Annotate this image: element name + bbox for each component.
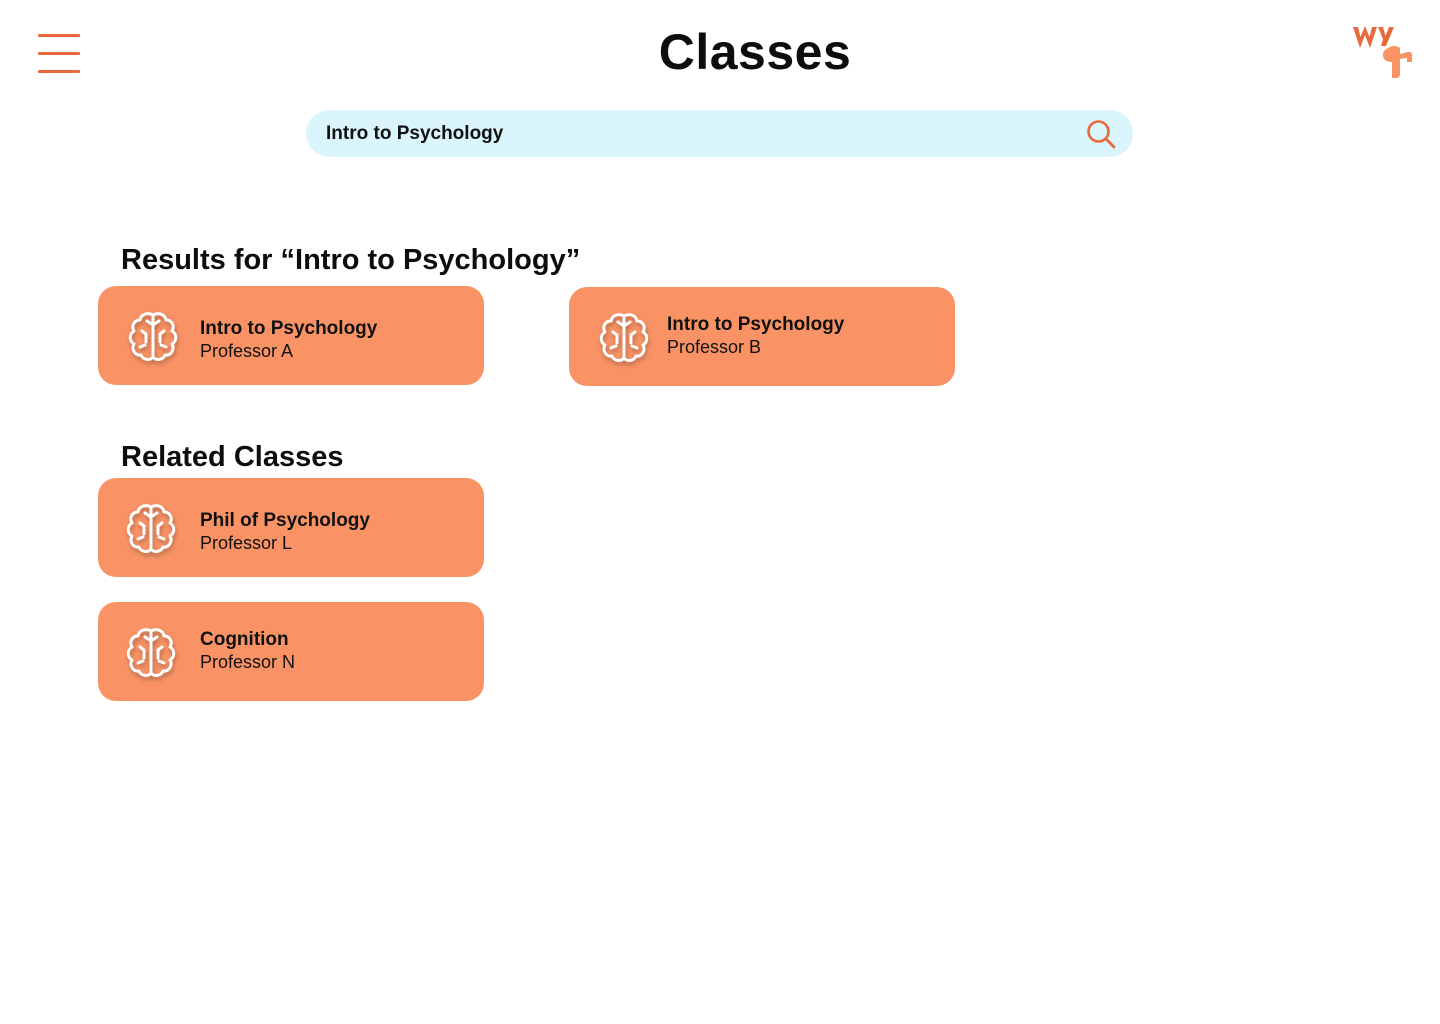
class-card[interactable]: Cognition Professor N bbox=[98, 602, 484, 701]
search-glyph bbox=[1087, 120, 1116, 149]
class-card[interactable]: Intro to Psychology Professor B bbox=[569, 287, 955, 386]
card-text: Intro to Psychology Professor B bbox=[667, 314, 844, 358]
professor-name: Professor A bbox=[200, 341, 294, 361]
class-title: Intro to Psychology bbox=[200, 318, 378, 339]
search-bar bbox=[306, 110, 1133, 157]
class-title: Phil of Psychology bbox=[200, 510, 370, 531]
professor-name: Professor L bbox=[200, 533, 293, 553]
brain-icon bbox=[124, 625, 178, 679]
professor-name: Professor N bbox=[200, 652, 296, 672]
brain-icon bbox=[597, 310, 651, 364]
card-text: Intro to Psychology Professor A bbox=[200, 318, 377, 362]
brain-icon bbox=[124, 501, 178, 555]
class-card[interactable]: Intro to Psychology Professor A bbox=[98, 286, 484, 385]
search-icon[interactable] bbox=[1085, 118, 1117, 150]
class-card[interactable]: Phil of Psychology Professor L bbox=[98, 478, 484, 577]
logo-icon[interactable] bbox=[1350, 22, 1416, 82]
related-heading: Related Classes bbox=[121, 441, 344, 473]
results-heading: Results for “Intro to Psychology” bbox=[121, 244, 581, 276]
search-input[interactable] bbox=[326, 110, 1066, 157]
class-title: Cognition bbox=[200, 629, 289, 650]
professor-name: Professor B bbox=[667, 337, 762, 357]
page-title: Classes bbox=[658, 24, 852, 80]
classes-page: Classes Results for “Intro to Psychology… bbox=[0, 0, 1440, 1024]
card-text: Phil of Psychology Professor L bbox=[200, 510, 370, 554]
card-text: Cognition Professor N bbox=[200, 629, 295, 673]
logo-graphic bbox=[1353, 26, 1413, 78]
class-title: Intro to Psychology bbox=[667, 314, 845, 335]
brain-icon bbox=[126, 309, 180, 363]
